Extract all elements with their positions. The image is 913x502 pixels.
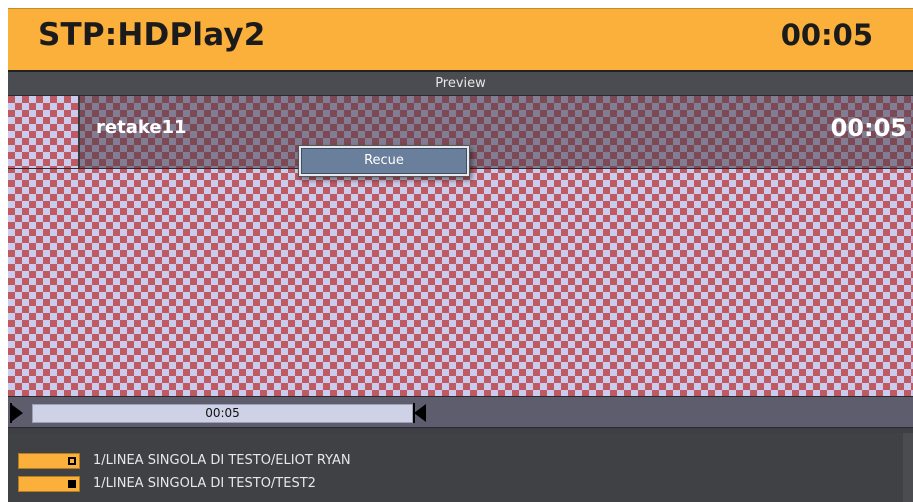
mark-out-icon[interactable] xyxy=(414,404,426,422)
item-toggle[interactable] xyxy=(18,476,80,492)
list-item[interactable]: 1/LINEA SINGOLA DI TESTO/ELIOT RYAN xyxy=(18,451,888,471)
toggle-on-icon xyxy=(68,480,76,488)
graphics-list: 1/LINEA SINGOLA DI TESTO/ELIOT RYAN 1/LI… xyxy=(8,433,903,502)
clip-name: retake11 xyxy=(96,117,187,138)
timeline[interactable]: 00:05 xyxy=(8,396,913,428)
list-item[interactable]: 1/LINEA SINGOLA DI TESTO/TEST2 xyxy=(18,474,888,494)
playout-window: STP:HDPlay2 00:05 Preview retake11 00:05… xyxy=(8,8,913,502)
list-scrollbar[interactable] xyxy=(903,433,913,502)
channel-header: STP:HDPlay2 00:05 xyxy=(8,8,913,71)
list-item-label: 1/LINEA SINGOLA DI TESTO/TEST2 xyxy=(93,476,316,491)
menu-item-recue[interactable]: Recue xyxy=(301,148,467,174)
clip-thumbnail xyxy=(8,96,80,168)
context-menu: Recue xyxy=(298,145,470,177)
preview-label: Preview xyxy=(8,72,913,96)
clip-duration: 00:05 xyxy=(830,114,907,142)
clip-band xyxy=(80,96,913,168)
preview-area[interactable]: retake11 00:05 Recue xyxy=(8,96,913,396)
timeline-time: 00:05 xyxy=(205,406,240,420)
item-toggle[interactable] xyxy=(18,453,80,469)
channel-timer: 00:05 xyxy=(780,18,873,52)
list-item-label: 1/LINEA SINGOLA DI TESTO/ELIOT RYAN xyxy=(93,453,351,468)
toggle-off-icon xyxy=(68,457,76,465)
channel-title: STP:HDPlay2 xyxy=(38,17,266,53)
mark-in-icon[interactable] xyxy=(11,404,23,422)
